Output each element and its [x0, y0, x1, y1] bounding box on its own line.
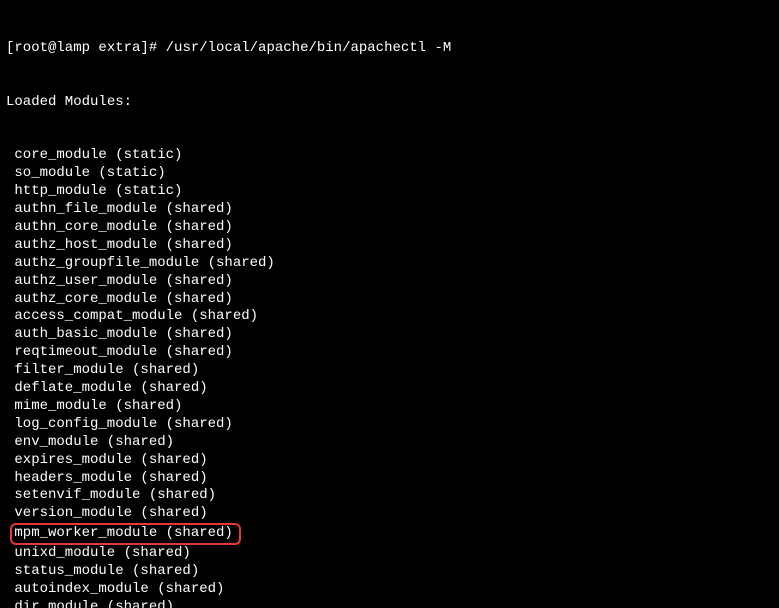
module-entry: mime_module (shared) — [14, 398, 773, 416]
module-entry: setenvif_module (shared) — [14, 487, 773, 505]
module-entry: unixd_module (shared) — [14, 545, 773, 563]
module-entry: access_compat_module (shared) — [14, 308, 773, 326]
modules-list: core_module (static)so_module (static)ht… — [6, 147, 773, 608]
module-entry: version_module (shared) — [14, 505, 773, 523]
module-entry: autoindex_module (shared) — [14, 581, 773, 599]
module-entry: env_module (shared) — [14, 434, 773, 452]
prompt-user: [root@lamp extra]# — [6, 40, 157, 56]
module-entry: authz_core_module (shared) — [14, 291, 773, 309]
module-entry: auth_basic_module (shared) — [14, 326, 773, 344]
module-entry: authz_groupfile_module (shared) — [14, 255, 773, 273]
module-entry: core_module (static) — [14, 147, 773, 165]
module-entry: log_config_module (shared) — [14, 416, 773, 434]
command-text: /usr/local/apache/bin/apachectl -M — [166, 40, 452, 56]
module-entry: so_module (static) — [14, 165, 773, 183]
module-entry: headers_module (shared) — [14, 470, 773, 488]
terminal-output[interactable]: [root@lamp extra]# /usr/local/apache/bin… — [0, 0, 779, 608]
module-entry: authn_file_module (shared) — [14, 201, 773, 219]
module-entry: reqtimeout_module (shared) — [14, 344, 773, 362]
module-entry: http_module (static) — [14, 183, 773, 201]
module-entry: dir_module (shared) — [14, 599, 773, 608]
module-entry: deflate_module (shared) — [14, 380, 773, 398]
module-entry: authz_host_module (shared) — [14, 237, 773, 255]
module-entry: filter_module (shared) — [14, 362, 773, 380]
module-entry: status_module (shared) — [14, 563, 773, 581]
module-entry: authz_user_module (shared) — [14, 273, 773, 291]
module-entry: expires_module (shared) — [14, 452, 773, 470]
module-entry: authn_core_module (shared) — [14, 219, 773, 237]
module-entry: mpm_worker_module (shared) — [14, 523, 773, 545]
command-line: [root@lamp extra]# /usr/local/apache/bin… — [6, 40, 773, 58]
highlighted-module: mpm_worker_module (shared) — [10, 523, 240, 545]
loaded-modules-header: Loaded Modules: — [6, 94, 773, 112]
